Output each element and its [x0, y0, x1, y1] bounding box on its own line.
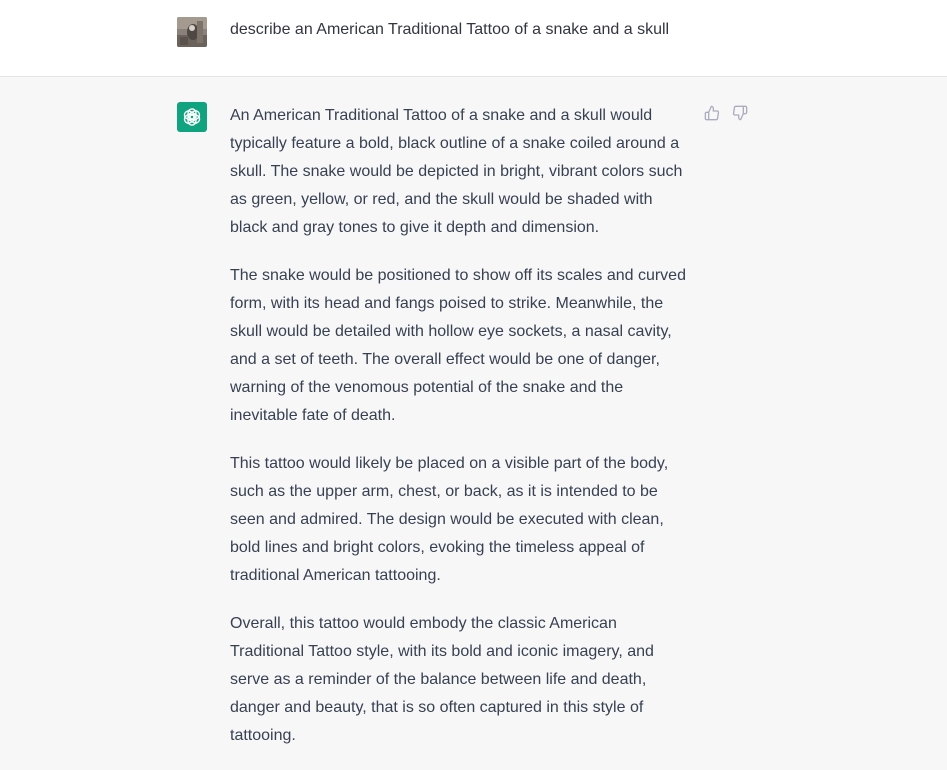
thumbs-up-button[interactable]	[704, 105, 720, 121]
message-paragraph: The snake would be positioned to show of…	[230, 267, 686, 424]
thumbs-up-icon	[704, 105, 720, 121]
user-message-text: describe an American Traditional Tattoo …	[230, 21, 670, 38]
assistant-avatar	[177, 102, 207, 132]
user-avatar	[177, 17, 207, 47]
user-message-row: describe an American Traditional Tattoo …	[0, 0, 947, 77]
openai-logo-icon	[183, 108, 201, 126]
assistant-message-text: An American Traditional Tattoo of a snak…	[230, 102, 692, 770]
user-avatar-image	[177, 17, 207, 47]
message-paragraph: This tattoo would likely be placed on a …	[230, 455, 669, 584]
chat-page: describe an American Traditional Tattoo …	[0, 0, 947, 770]
message-paragraph: Overall, this tattoo would embody the cl…	[230, 615, 654, 744]
thumbs-down-button[interactable]	[732, 105, 748, 121]
assistant-message-row: An American Traditional Tattoo of a snak…	[0, 77, 947, 770]
thumbs-down-icon	[732, 105, 748, 121]
message-paragraph: An American Traditional Tattoo of a snak…	[230, 107, 683, 236]
